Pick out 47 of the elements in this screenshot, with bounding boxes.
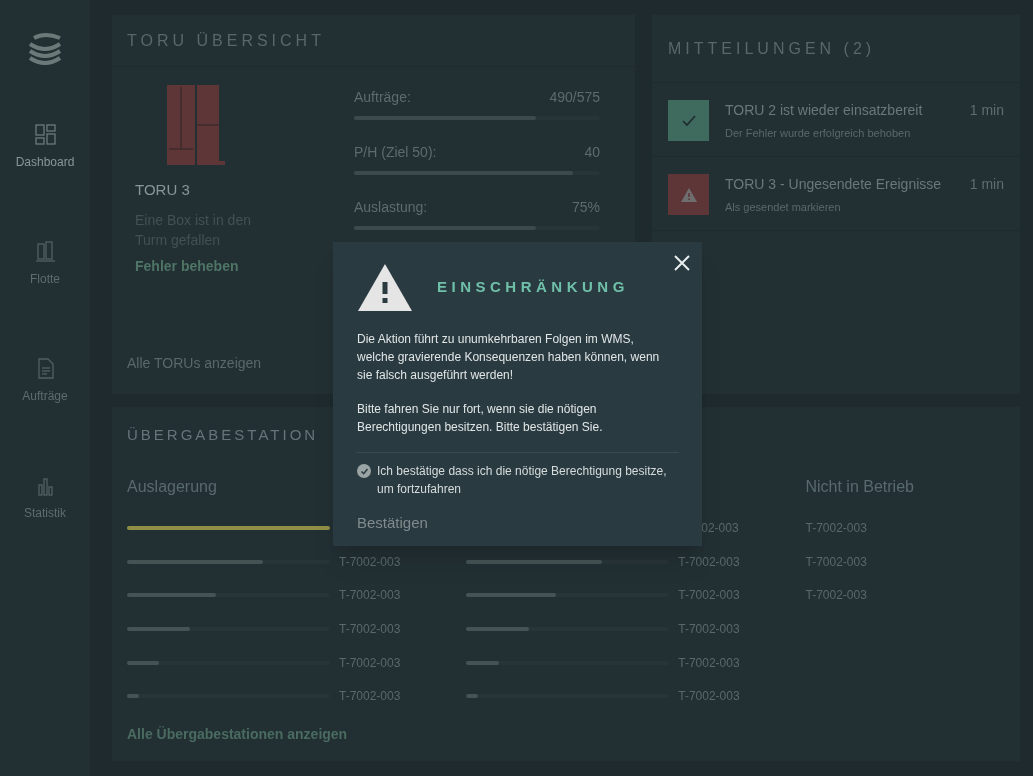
dashboard-icon	[34, 124, 56, 145]
all-torus-link[interactable]: Alle TORUs anzeigen	[112, 353, 277, 395]
confirm-button[interactable]: Bestätigen	[357, 512, 428, 535]
metric-value: 40	[584, 143, 600, 162]
metric-label: Auslastung:	[354, 198, 428, 217]
station-code: T-7002-003	[678, 553, 740, 571]
station-code: T-7002-003	[339, 654, 401, 672]
column-heading: Auslagerung	[127, 477, 217, 498]
close-icon[interactable]	[673, 254, 691, 272]
metric-value: 75%	[571, 198, 600, 217]
sidebar-item[interactable]: Dashboard	[15, 124, 75, 171]
station-code: T-7002-003	[805, 520, 867, 538]
station-code: 02-003	[701, 520, 739, 538]
logo-icon	[26, 30, 64, 66]
station-code: T-7002-003	[339, 688, 401, 706]
dialog-title: EINSCHRÄNKUNG	[437, 276, 629, 297]
sidebar-item[interactable]: Aufträge	[15, 358, 75, 405]
station-code: T-7002-003	[678, 587, 740, 605]
metric-label: P/H (Ziel 50):	[354, 143, 437, 162]
station-code: T-7002-003	[678, 688, 740, 706]
notification-time: 1 min	[969, 101, 1004, 120]
station-code: T-7002-003	[339, 621, 401, 639]
unit-name: TORU 3	[135, 180, 191, 200]
sidebar-item[interactable]: Statistik	[15, 475, 75, 522]
warning-icon	[357, 262, 413, 312]
checkbox-label: Ich bestätige dass ich die nötige Berechtigung besitze, um fortzufahren	[377, 463, 668, 498]
notification-title: TORU 2 ist wieder einsatzbereit	[725, 101, 924, 120]
dialog-text: Die Aktion führt zu unumkehrbaren Folgen im WMS, welche gravierende Konsequenzen haben können, wenn sie falsch ausgeführt werden!	[357, 331, 661, 384]
fix-error-link[interactable]: Fehler beheben	[135, 255, 239, 277]
station-code: T-7002-003	[805, 587, 867, 605]
notification-title: TORU 3 - Ungesendete Ereignisse	[725, 175, 943, 194]
station-code: T-7002-003	[339, 587, 401, 605]
columns-icon	[34, 241, 56, 262]
station-code: T-7002-003	[805, 553, 867, 571]
checkbox[interactable]	[357, 464, 371, 478]
check-icon	[359, 466, 369, 476]
metric-label: Aufträge:	[354, 88, 411, 107]
card-title: ÜBERGABESTATION	[127, 425, 319, 446]
all-stations-link[interactable]: Alle Übergabestationen anzeigen	[127, 724, 348, 761]
station-code: T-7002-003	[678, 654, 740, 672]
card-title: TORU ÜBERSICHT	[127, 30, 325, 51]
station-code: T-7002-003	[678, 621, 740, 639]
metric-value: 490/575	[549, 88, 600, 107]
notification-time: 1 min	[969, 175, 1004, 194]
dialog-text: Bitte fahren Sie nur fort, wenn sie die nötigen Berechtigungen besitzen. Bitte bestätigen Sie.	[357, 401, 604, 436]
card-title: MITTEILUNGEN (2)	[668, 38, 876, 59]
sidebar-item[interactable]: Flotte	[15, 241, 75, 288]
